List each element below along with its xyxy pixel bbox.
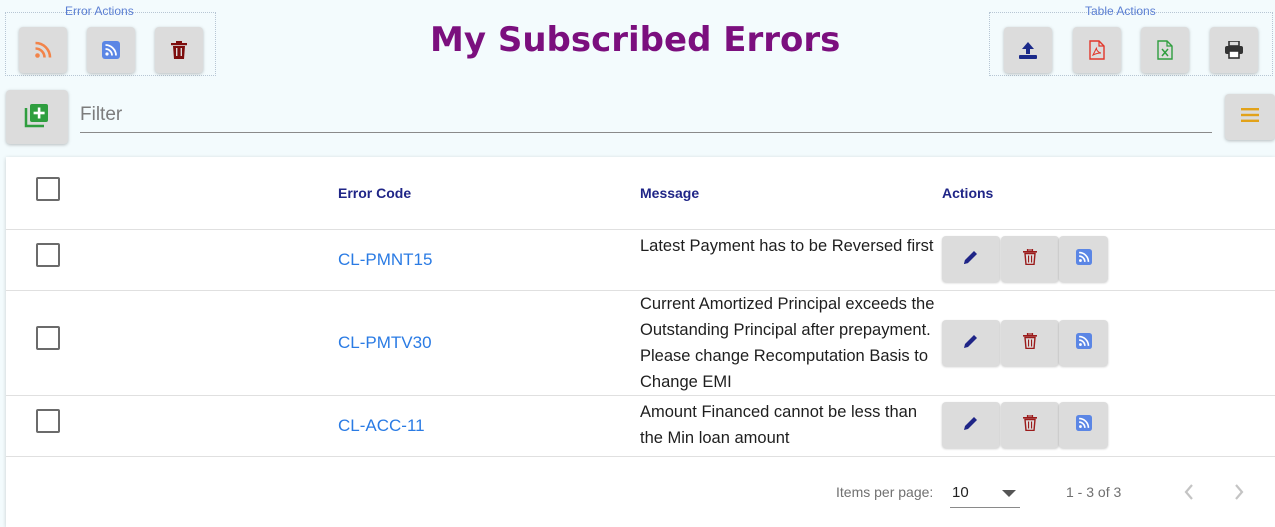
rss-square-icon	[102, 41, 120, 59]
subscribe-row-button[interactable]	[1059, 236, 1108, 282]
edit-button[interactable]	[942, 236, 1000, 282]
rss-square-icon	[1075, 414, 1092, 436]
edit-button[interactable]	[942, 320, 1000, 366]
file-pdf-icon	[1089, 40, 1105, 60]
delete-button[interactable]	[155, 27, 203, 73]
row-checkbox[interactable]	[36, 409, 60, 433]
table-actions-label: Table Actions	[1085, 4, 1156, 18]
error-code-link[interactable]: CL-PMTV30	[338, 333, 432, 353]
menu-icon	[1241, 107, 1259, 127]
chevron-left-icon	[1183, 483, 1195, 506]
rss-square-icon	[1075, 248, 1092, 270]
chevron-right-icon	[1233, 483, 1245, 506]
next-page-button[interactable]	[1224, 479, 1254, 509]
decorative-dot	[809, 48, 811, 50]
trash-icon	[1023, 413, 1037, 436]
error-code-link[interactable]: CL-PMNT15	[338, 250, 432, 270]
add-button[interactable]	[6, 90, 68, 144]
export-pdf-button[interactable]	[1073, 27, 1121, 73]
print-button[interactable]	[1210, 27, 1258, 73]
trash-icon	[1023, 247, 1037, 270]
previous-page-button[interactable]	[1174, 479, 1204, 509]
rss-square-button[interactable]	[87, 27, 135, 73]
chevron-down-icon	[1002, 490, 1016, 497]
error-code-link[interactable]: CL-ACC-11	[338, 416, 425, 436]
column-header-error-code[interactable]: Error Code	[338, 185, 411, 201]
delete-row-button[interactable]	[1001, 320, 1059, 366]
file-excel-icon	[1157, 40, 1173, 60]
row-checkbox[interactable]	[36, 243, 60, 267]
table-row: CL-PMNT15 Latest Payment has to be Rever…	[6, 230, 1275, 291]
column-header-message[interactable]: Message	[640, 185, 699, 201]
column-header-actions: Actions	[942, 185, 994, 201]
column-menu-button[interactable]	[1225, 94, 1275, 140]
errors-table: Error Code Message Actions CL-PMNT15 Lat…	[6, 157, 1275, 527]
error-message: Latest Payment has to be Reversed first	[640, 237, 934, 255]
filter-input[interactable]	[80, 96, 1212, 132]
edit-icon	[963, 333, 979, 354]
subscribe-row-button[interactable]	[1059, 320, 1108, 366]
error-message: Current Amortized Principal exceeds the …	[640, 295, 935, 391]
subscribe-row-button[interactable]	[1059, 402, 1108, 448]
delete-row-button[interactable]	[1001, 402, 1059, 448]
export-excel-button[interactable]	[1141, 27, 1189, 73]
error-message: Amount Financed cannot be less than the …	[640, 403, 918, 447]
table-row: CL-PMTV30 Current Amortized Principal ex…	[6, 291, 1275, 396]
items-per-page-select[interactable]: 10	[950, 477, 1020, 508]
upload-icon	[1018, 41, 1038, 59]
pagination-range: 1 - 3 of 3	[1066, 484, 1122, 500]
table-header-row: Error Code Message Actions	[6, 157, 1275, 230]
edit-icon	[963, 249, 979, 270]
delete-row-button[interactable]	[1001, 236, 1059, 282]
select-all-checkbox[interactable]	[36, 177, 60, 201]
table-row: CL-ACC-11 Amount Financed cannot be less…	[6, 396, 1275, 457]
trash-icon	[1023, 331, 1037, 354]
error-actions-label: Error Actions	[65, 4, 134, 18]
print-icon	[1224, 41, 1244, 59]
trash-icon	[171, 41, 187, 59]
rss-square-icon	[1075, 332, 1092, 354]
edit-button[interactable]	[942, 402, 1000, 448]
filter-field	[80, 96, 1212, 133]
items-per-page-label: Items per page:	[836, 484, 934, 500]
upload-button[interactable]	[1004, 27, 1052, 73]
items-per-page-value: 10	[952, 484, 969, 501]
row-checkbox[interactable]	[36, 326, 60, 350]
rss-icon	[34, 41, 52, 59]
edit-icon	[963, 415, 979, 436]
rss-button[interactable]	[19, 27, 67, 73]
add-box-icon	[24, 102, 50, 133]
page-title: My Subscribed Errors	[430, 20, 841, 60]
